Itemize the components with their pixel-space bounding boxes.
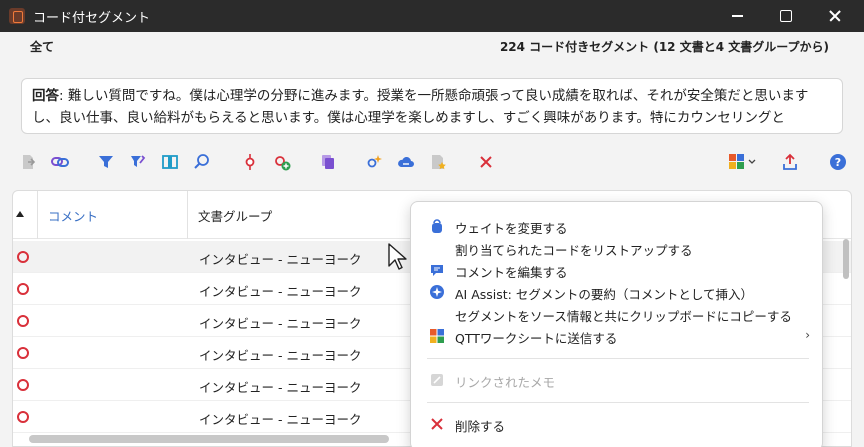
mouse-cursor-icon [388, 243, 407, 270]
menu-item-linked-memo: リンクされたメモ [411, 369, 824, 391]
menu-item-list-assigned-codes[interactable]: 割り当てられたコードをリストアップする [411, 237, 824, 259]
menu-divider [427, 402, 809, 403]
menu-item-send-to-qtt[interactable]: QTTワークシートに送信する › [411, 325, 824, 347]
minimize-button[interactable] [714, 0, 760, 32]
maximize-button[interactable] [763, 0, 809, 32]
answer-text: : 難しい質問ですね。僕は心理学の分野に進みます。授業を一所懸命頑張って良い成績… [32, 88, 809, 126]
delete-x-icon [431, 418, 443, 430]
cloud-icon[interactable] [396, 152, 416, 172]
cell-document-group: インタビュー - ニューヨーク [199, 380, 362, 395]
search-icon[interactable] [192, 152, 212, 172]
segment-preview: 回答: 難しい質問ですね。僕は心理学の分野に進みます。授業を一所懸命頑張って良い… [21, 78, 843, 134]
columns-icon[interactable] [160, 152, 180, 172]
code-color-icon [17, 347, 29, 359]
filter-icon[interactable] [96, 152, 116, 172]
add-code-icon[interactable] [272, 152, 292, 172]
segment-count: 224 コード付きセグメント (12 文書と4 文書グループから) [499, 40, 829, 54]
cell-document-group: インタビュー - ニューヨーク [199, 412, 362, 427]
code-color-icon [17, 251, 29, 263]
svg-text:?: ? [835, 156, 841, 169]
weight-icon [432, 219, 442, 233]
answer-label: 回答 [32, 88, 59, 104]
delete-icon[interactable] [476, 152, 496, 172]
menu-item-copy-with-source[interactable]: セグメントをソース情報と共にクリップボードにコピーする [411, 303, 824, 325]
code-color-icon [17, 411, 29, 423]
menu-item-edit-comment[interactable]: コメントを編集する [411, 259, 824, 281]
column-header-document-group[interactable]: 文書グループ [187, 191, 407, 239]
window-title: コード付セグメント [33, 10, 151, 26]
memo-star-icon[interactable] [428, 152, 448, 172]
vertical-scrollbar[interactable] [843, 239, 849, 279]
close-button[interactable] [812, 0, 858, 32]
code-node-icon[interactable] [240, 152, 260, 172]
code-color-icon [17, 315, 29, 327]
linked-memo-icon [431, 374, 443, 386]
menu-item-change-weight[interactable]: ウェイトを変更する [411, 215, 824, 237]
cell-document-group: インタビュー - ニューヨーク [199, 316, 362, 331]
column-header-comment[interactable]: コメント [37, 191, 187, 239]
link-code-icon[interactable] [50, 152, 70, 172]
cell-document-group: インタビュー - ニューヨーク [199, 252, 362, 267]
ai-sparkle-icon[interactable] [364, 152, 384, 172]
export-doc-icon[interactable] [18, 152, 38, 172]
cell-document-group: インタビュー - ニューヨーク [199, 348, 362, 363]
help-icon[interactable]: ? [828, 152, 848, 172]
menu-divider [427, 358, 809, 359]
ai-assist-icon [430, 285, 444, 299]
scope-label: 全て [30, 40, 55, 54]
export-icon[interactable] [780, 152, 800, 172]
menu-item-ai-assist-summary[interactable]: AI Assist: セグメントの要約（コメントとして挿入） [411, 281, 824, 303]
code-color-icon [17, 283, 29, 295]
smartpublisher-icon[interactable] [728, 152, 758, 172]
sort-ascending-icon[interactable] [16, 211, 24, 217]
toolbar: ? [0, 148, 864, 178]
qtt-icon [430, 329, 444, 343]
horizontal-scrollbar[interactable] [29, 435, 389, 443]
copy-icon[interactable] [318, 152, 338, 172]
title-bar: コード付セグメント [0, 0, 864, 32]
submenu-chevron-icon: › [805, 328, 810, 342]
code-color-icon [17, 379, 29, 391]
filter-settings-icon[interactable] [128, 152, 148, 172]
app-icon [9, 8, 25, 24]
context-menu: ウェイトを変更する 割り当てられたコードをリストアップする コメントを編集する … [410, 201, 823, 447]
cell-document-group: インタビュー - ニューヨーク [199, 284, 362, 299]
comment-icon [431, 265, 443, 276]
menu-item-delete[interactable]: 削除する [411, 413, 824, 435]
